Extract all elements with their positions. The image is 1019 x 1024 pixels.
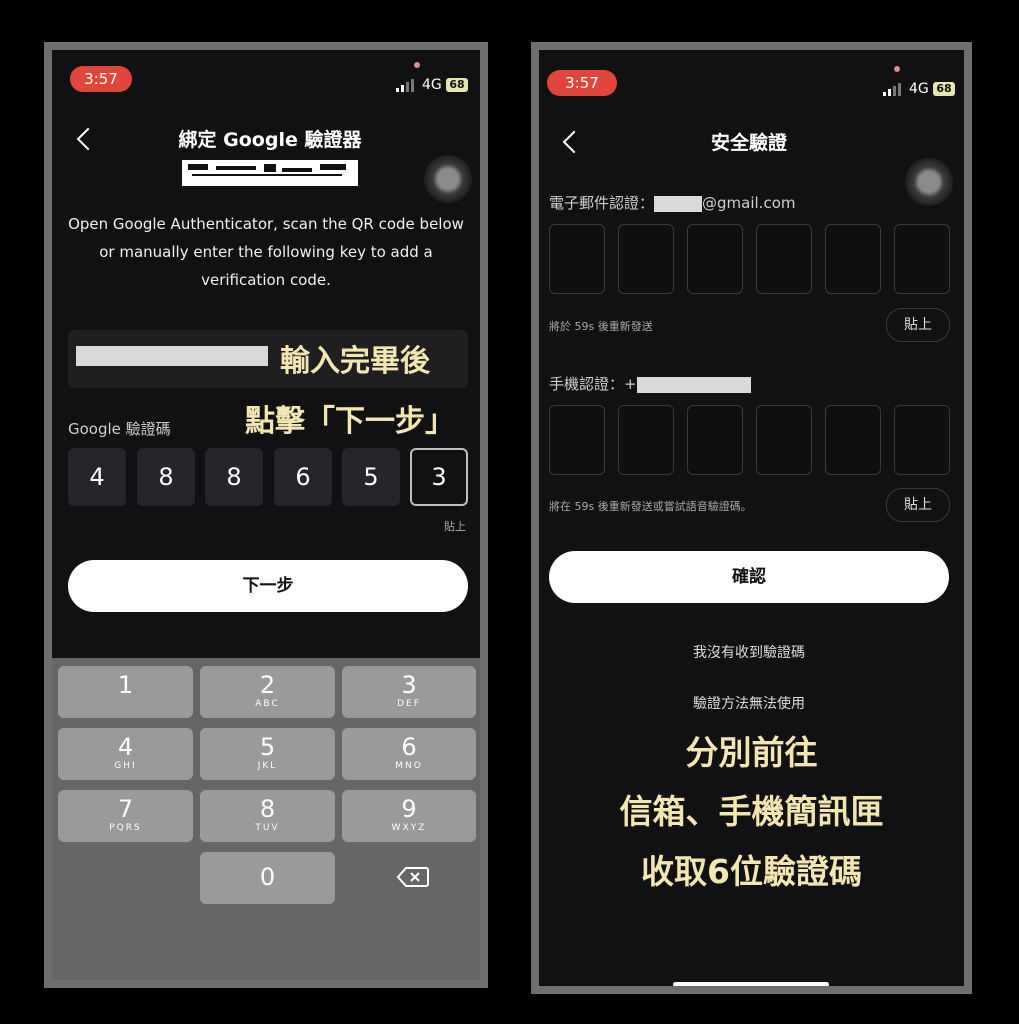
backspace-icon[interactable] <box>396 866 430 888</box>
email-resend-text: 將於 59s 後重新發送 <box>549 320 653 333</box>
email-code-box-6[interactable] <box>894 224 950 294</box>
home-indicator <box>673 982 829 986</box>
numeric-keypad: 1 2 ABC 3 DEF 4 GHI 5 JKL 6 MNO 7 PQRS 8 TUV 9W… <box>52 658 480 985</box>
phone-code-box-4[interactable] <box>756 405 812 475</box>
code-digit-4[interactable]: 6 <box>274 448 332 506</box>
keypad-key-7[interactable]: 7 PQRS <box>58 790 193 842</box>
phone-verify-label: 手機認證：+ <box>549 373 751 394</box>
network-type: 4G <box>422 77 442 93</box>
keypad-key-0[interactable]: 0 <box>200 852 335 904</box>
code-label: Google 驗證碼 <box>68 420 171 438</box>
overlay-instruction-line2: 點擊「下一步」 <box>245 404 455 439</box>
battery-icon: 68 <box>933 82 955 96</box>
keypad-key-4[interactable]: 4 GHI <box>58 728 193 780</box>
phone-code-box-1[interactable] <box>549 405 605 475</box>
qr-code <box>182 160 358 186</box>
camera-indicator <box>894 66 900 72</box>
overlay-instruction-line1: 分別前往 <box>685 733 818 772</box>
keypad-key-6[interactable]: 6 MNO <box>342 728 476 780</box>
phone-code-box-2[interactable] <box>618 405 674 475</box>
home-indicator <box>190 980 346 985</box>
status-time: 3:57 <box>70 66 132 92</box>
signal-icon <box>396 78 414 92</box>
keypad-key-3[interactable]: 3 DEF <box>342 666 476 718</box>
phone-paste-button[interactable]: 貼上 <box>886 488 950 522</box>
email-code-box-4[interactable] <box>756 224 812 294</box>
phone-screen-google-authenticator: 3:57 4G 68 綁定 Google 驗證器 Open Google Aut… <box>44 42 488 988</box>
keypad-key-5[interactable]: 5 JKL <box>200 728 335 780</box>
battery-icon: 68 <box>446 78 468 92</box>
code-digit-6[interactable]: 3 <box>410 448 468 506</box>
email-code-box-2[interactable] <box>618 224 674 294</box>
keypad-key-2[interactable]: 2 ABC <box>200 666 335 718</box>
redacted-phone <box>636 376 751 393</box>
phone-resend-text: 將在 59s 後重新發送或嘗試語音驗證碼。 <box>549 500 752 513</box>
paste-link[interactable]: 貼上 <box>444 518 466 534</box>
redacted-key <box>76 346 268 366</box>
email-code-box-3[interactable] <box>687 224 743 294</box>
overlay-instruction-line1: 輸入完畢後 <box>280 344 430 379</box>
email-code-box-1[interactable] <box>549 224 605 294</box>
email-verify-label: 電子郵件認證： @gmail.com <box>549 194 796 212</box>
floating-assist-button[interactable] <box>905 158 953 206</box>
method-unavailable-link[interactable]: 驗證方法無法使用 <box>549 693 949 713</box>
no-code-received-link[interactable]: 我沒有收到驗證碼 <box>549 642 949 662</box>
overlay-instruction-line3: 收取6位驗證碼 <box>641 852 862 891</box>
camera-indicator <box>414 62 420 68</box>
code-digit-2[interactable]: 8 <box>137 448 195 506</box>
back-arrow-icon[interactable] <box>562 130 586 154</box>
signal-icon <box>883 82 901 96</box>
phone-code-box-3[interactable] <box>687 405 743 475</box>
floating-assist-button[interactable] <box>424 155 472 203</box>
network-type: 4G <box>909 81 929 97</box>
email-paste-button[interactable]: 貼上 <box>886 308 950 342</box>
email-code-box-5[interactable] <box>825 224 881 294</box>
code-digit-5[interactable]: 5 <box>342 448 400 506</box>
keypad-key-9[interactable]: 9 WXYZ <box>342 790 476 842</box>
next-step-button[interactable]: 下一步 <box>68 560 468 612</box>
back-arrow-icon[interactable] <box>76 127 100 151</box>
status-time: 3:57 <box>547 70 617 96</box>
phone-screen-security-verification: 3:57 4G 68 安全驗證 電子郵件認證： @gmail.com 將於 59s… <box>531 42 972 994</box>
phone-code-box-6[interactable] <box>894 405 950 475</box>
keypad-key-1[interactable]: 1 <box>58 666 193 718</box>
instruction-text: Open Google Authenticator, scan the QR c… <box>68 215 464 289</box>
phone-code-box-5[interactable] <box>825 405 881 475</box>
code-digit-1[interactable]: 4 <box>68 448 126 506</box>
overlay-instruction-line2: 信箱、手機簡訊匣 <box>619 792 884 831</box>
redacted-email <box>654 195 703 212</box>
page-title: 綁定 Google 驗證器 <box>178 129 362 151</box>
code-digit-3[interactable]: 8 <box>205 448 263 506</box>
keypad-key-8[interactable]: 8 TUV <box>200 790 335 842</box>
confirm-button[interactable]: 確認 <box>549 551 949 603</box>
page-title: 安全驗證 <box>710 132 787 154</box>
